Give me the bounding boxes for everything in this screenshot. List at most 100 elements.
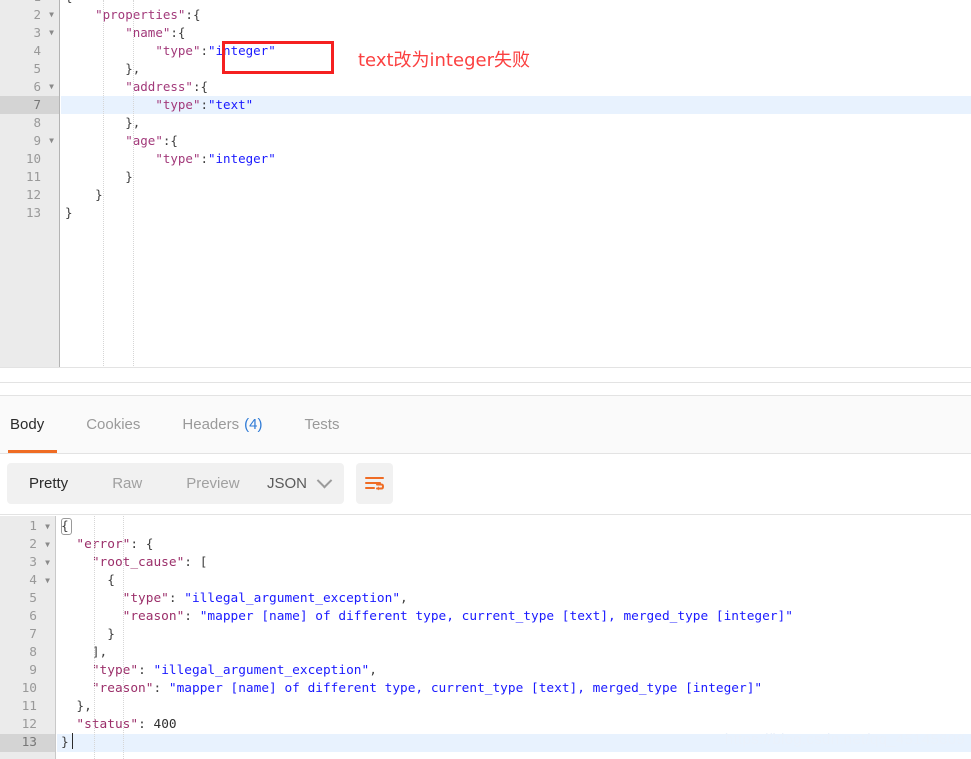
view-mode-pretty[interactable]: Pretty — [7, 463, 90, 504]
line-number: 9 — [29, 663, 37, 678]
fold-arrow-icon[interactable]: ▼ — [45, 536, 50, 554]
tab-tests[interactable]: Tests — [283, 396, 360, 453]
gutter-line-8[interactable]: 8 — [0, 644, 55, 662]
code-line-9[interactable]: "age":{ — [61, 132, 971, 150]
view-mode-raw[interactable]: Raw — [90, 463, 164, 504]
fold-arrow-icon[interactable]: ▼ — [49, 6, 54, 24]
gutter-line-10[interactable]: 10 — [0, 680, 55, 698]
gutter-line-1[interactable]: 1 ▼ — [0, 518, 55, 536]
response-body-editor[interactable]: 1 ▼ 2 ▼ 3 ▼ 4 ▼ 5 6 7 8 9 10 11 12 13 { "error": { "root… — [0, 516, 971, 759]
token: : — [200, 151, 208, 166]
token: 400 — [153, 717, 177, 732]
code-line-1[interactable]: { — [57, 518, 971, 536]
gutter-line-5[interactable]: 5 — [0, 60, 59, 78]
gutter-line-2[interactable]: 2 ▼ — [0, 6, 59, 24]
line-number: 12 — [21, 717, 37, 732]
code-line-12[interactable]: } — [61, 186, 971, 204]
token: "status" — [76, 717, 139, 732]
code-line-9[interactable]: "type": "illegal_argument_exception", — [57, 662, 971, 680]
token: "address" — [125, 79, 193, 94]
gutter-line-11[interactable]: 11 — [0, 168, 59, 186]
gutter-line-4[interactable]: 4 — [0, 42, 59, 60]
code-line-6[interactable]: "address":{ — [61, 78, 971, 96]
gutter-line-6[interactable]: 6 — [0, 608, 55, 626]
gutter-line-13[interactable]: 13 — [0, 204, 59, 222]
fold-arrow-icon[interactable]: ▼ — [45, 572, 50, 590]
response-format-select[interactable]: JSON — [253, 463, 345, 504]
gutter-line-9[interactable]: 9 ▼ — [0, 132, 59, 150]
view-mode-segmented-control[interactable]: Pretty Raw Preview — [7, 463, 262, 504]
indent-guide — [103, 0, 104, 368]
tab-body[interactable]: Body — [0, 396, 65, 453]
code-line-6[interactable]: "reason": "mapper [name] of different ty… — [57, 608, 971, 626]
gutter-line-12[interactable]: 12 — [0, 716, 55, 734]
code-line-12[interactable]: "status": 400 — [57, 716, 971, 734]
response-editor-gutter[interactable]: 1 ▼ 2 ▼ 3 ▼ 4 ▼ 5 6 7 8 9 10 11 12 13 — [0, 516, 56, 759]
gutter-line-11[interactable]: 11 — [0, 698, 55, 716]
request-body-editor[interactable]: 12▼3▼456▼789▼10111213 { "properties":{ "… — [0, 0, 971, 368]
gutter-line-8[interactable]: 8 — [0, 114, 59, 132]
gutter-line-12[interactable]: 12 — [0, 186, 59, 204]
token: } — [65, 205, 73, 220]
code-line-11[interactable]: } — [61, 168, 971, 186]
word-wrap-icon — [365, 476, 385, 490]
code-line-2[interactable]: "error": { — [57, 536, 971, 554]
token: { — [61, 573, 115, 588]
code-line-10[interactable]: "type":"integer" — [61, 150, 971, 168]
token: }, — [61, 699, 92, 714]
tab-count-badge: (4) — [244, 416, 263, 433]
gutter-line-2[interactable]: 2 ▼ — [0, 536, 55, 554]
token: : — [138, 717, 154, 732]
gutter-line-3[interactable]: 3 ▼ — [0, 554, 55, 572]
token: "type" — [91, 663, 139, 678]
code-line-7[interactable]: "type":"text" — [61, 96, 971, 114]
token: , — [400, 591, 408, 606]
word-wrap-button[interactable] — [356, 463, 393, 504]
token: "type" — [155, 151, 201, 166]
gutter-line-5[interactable]: 5 — [0, 590, 55, 608]
fold-arrow-icon[interactable]: ▼ — [49, 78, 54, 96]
view-mode-preview[interactable]: Preview — [164, 463, 261, 504]
gutter-line-10[interactable]: 10 — [0, 150, 59, 168]
response-editor-code[interactable]: { "error": { "root_cause": [ { "type": "… — [57, 516, 971, 759]
tab-headers[interactable]: Headers (4) — [161, 396, 283, 453]
line-number: 8 — [29, 645, 37, 660]
code-line-7[interactable]: } — [57, 626, 971, 644]
code-line-10[interactable]: "reason": "mapper [name] of different ty… — [57, 680, 971, 698]
toolbar-bottom-divider — [0, 514, 971, 515]
gutter-line-13[interactable]: 13 — [0, 734, 55, 752]
fold-arrow-icon[interactable]: ▼ — [45, 518, 50, 536]
code-line-3[interactable]: "name":{ — [61, 24, 971, 42]
code-line-8[interactable]: ], — [57, 644, 971, 662]
gutter-line-3[interactable]: 3 ▼ — [0, 24, 59, 42]
code-line-3[interactable]: "root_cause": [ — [57, 554, 971, 572]
line-number: 6 — [29, 609, 37, 624]
fold-arrow-icon[interactable]: ▼ — [49, 24, 54, 42]
gutter-line-4[interactable]: 4 ▼ — [0, 572, 55, 590]
token: "mapper [name] of different type, curren… — [199, 609, 793, 624]
code-line-2[interactable]: "properties":{ — [61, 6, 971, 24]
token: : — [153, 681, 169, 696]
token: : — [184, 609, 200, 624]
fold-arrow-icon[interactable]: ▼ — [45, 554, 50, 572]
code-line-8[interactable]: }, — [61, 114, 971, 132]
line-number: 5 — [33, 61, 41, 76]
code-line-4[interactable]: { — [57, 572, 971, 590]
response-tabs[interactable]: Body Cookies Headers (4) Tests — [0, 396, 360, 453]
fold-arrow-icon[interactable]: ▼ — [49, 132, 54, 150]
request-editor-gutter[interactable]: 12▼3▼456▼789▼10111213 — [0, 0, 60, 368]
response-toolbar: Pretty Raw Preview JSON — [0, 455, 971, 515]
gutter-line-7[interactable]: 7 — [0, 626, 55, 644]
tab-cookies[interactable]: Cookies — [65, 396, 161, 453]
line-number: 11 — [21, 699, 37, 714]
code-line-13[interactable]: } — [61, 204, 971, 222]
gutter-line-6[interactable]: 6 ▼ — [0, 78, 59, 96]
gutter-line-7[interactable]: 7 — [0, 96, 59, 114]
code-line-5[interactable]: "type": "illegal_argument_exception", — [57, 590, 971, 608]
code-line-13[interactable]: } — [57, 734, 971, 752]
code-line-11[interactable]: }, — [57, 698, 971, 716]
gutter-line-9[interactable]: 9 — [0, 662, 55, 680]
